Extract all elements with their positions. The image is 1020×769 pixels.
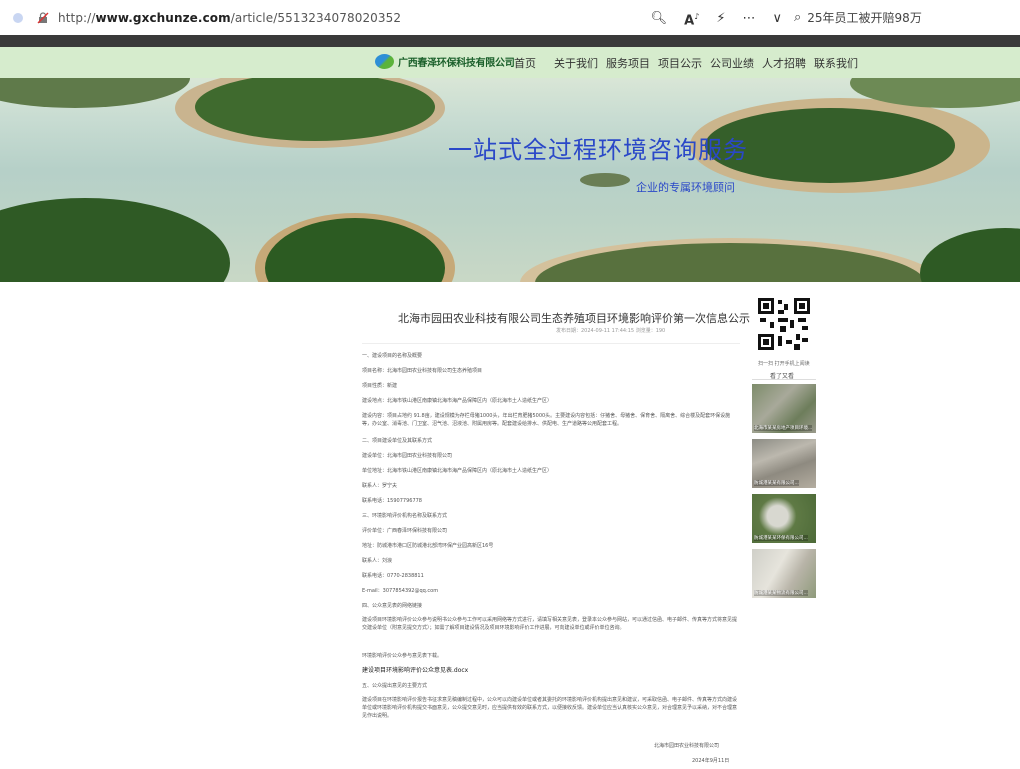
article-paragraph: 建设内容：项目占地约 91.8亩，建设规模为存栏母猪1000头，年出栏育肥猪50… xyxy=(362,413,731,427)
not-secure-icon[interactable] xyxy=(37,11,49,24)
article-paragraph: 单位地址：北海市铁山港区南康镇北海市海产品保障区内（原北海市土人造纸生产区） xyxy=(362,468,553,474)
related-item[interactable]: 防城港某某环保有限公司... xyxy=(752,494,816,543)
banner-island-image xyxy=(580,173,630,187)
article-paragraph: 联系电话：15907796778 xyxy=(362,498,422,504)
loading-icon xyxy=(13,12,23,23)
article-title: 北海市园田农业科技有限公司生态养殖项目环境影响评价第一次信息公示 xyxy=(398,312,750,325)
article-paragraph: 项目名称：北海市园田农业科技有限公司生态养殖项目 xyxy=(362,368,483,374)
article-meta: 发布日期：2024-09-11 17:44:15 浏览量：190 xyxy=(556,328,666,334)
chevron-down-icon[interactable]: ∨ xyxy=(772,11,782,27)
related-item[interactable]: 防城港某某物流有限公司... xyxy=(752,549,816,598)
nav-item-careers[interactable]: 人才招聘 xyxy=(762,55,806,71)
address-bar-actions: 🔍︎ A♪ ⚡︎ ⋯ ∨ xyxy=(651,9,782,29)
banner-island-image xyxy=(920,228,1020,282)
qr-code-icon xyxy=(756,296,812,352)
read-aloud-icon[interactable]: A♪ xyxy=(684,9,699,29)
article-paragraph: 建设项目在环境影响评价报告书征求意见稿编制过程中，公众可以向建设单位或者其委托的… xyxy=(362,697,738,719)
article-paragraph: 地址：防城港市港口区防城港北部湾环保产业园高新区16号 xyxy=(362,543,494,549)
logo-text: 广西春泽环保科技有限公司 xyxy=(398,58,515,69)
zoom-icon[interactable]: 🔍︎ xyxy=(651,11,668,27)
nav-item-contact[interactable]: 联系我们 xyxy=(814,55,858,71)
site-top-strip xyxy=(0,35,1020,47)
article-paragraph: 建设项目环境影响评价公众参与说明书公众参与工作可以采用网络等方式进行，请填写相关… xyxy=(362,617,738,631)
extension-bolt-icon[interactable]: ⚡︎ xyxy=(716,11,725,27)
nav-item-projects[interactable]: 项目公示 xyxy=(658,55,702,71)
article-paragraph: 建设地点：北海市铁山港区南康镇北海市海产品保障区内（原北海市土人造纸生产区） xyxy=(362,398,553,404)
article-paragraph: 建设单位：北海市园田农业科技有限公司 xyxy=(362,453,453,459)
article-heading: 二、项目建设单位及其联系方式 xyxy=(362,438,433,444)
signature-date: 2024年9月11日 xyxy=(692,758,730,764)
nav-item-achievements[interactable]: 公司业绩 xyxy=(710,55,754,71)
article-paragraph: 环境影响评价公众参与意见表下载。 xyxy=(362,653,443,659)
banner-title: 一站式全过程环境咨询服务 xyxy=(448,136,748,164)
search-box[interactable]: ⌕ 25年员工被开赔98万 xyxy=(788,0,1020,35)
related-item-caption: 防城港某某物流有限公司... xyxy=(754,590,808,596)
url-path: /article/5513234078020352 xyxy=(230,10,402,25)
article-paragraph: 联系人：刘浪 xyxy=(362,558,393,564)
attachment-link[interactable]: 建设项目环境影响评价公众意见表.docx xyxy=(362,667,738,675)
article-paragraph: 联系人：罗宁夫 xyxy=(362,483,398,489)
divider xyxy=(362,343,740,344)
nav-item-home[interactable]: 首页 xyxy=(514,55,536,71)
company-logo[interactable]: 广西春泽环保科技有限公司 xyxy=(375,54,515,69)
url-field[interactable]: http://www.gxchunze.com/article/55132340… xyxy=(58,11,401,25)
search-text: 25年员工被开赔98万 xyxy=(807,11,922,25)
site-nav: 广西春泽环保科技有限公司 首页 关于我们 服务项目 项目公示 公司业绩 人才招聘… xyxy=(0,47,1020,78)
qr-caption: 扫一扫 打开手机上阅读 xyxy=(758,361,810,367)
article-paragraph: E-mail：3077854392@qq.com xyxy=(362,588,439,594)
banner-island-image xyxy=(0,198,230,282)
browser-address-bar: http://www.gxchunze.com/article/55132340… xyxy=(0,0,1020,36)
article-heading: 四、公众意见表的网络链接 xyxy=(362,603,423,609)
more-icon[interactable]: ⋯ xyxy=(742,11,755,27)
search-icon: ⌕ xyxy=(794,10,802,25)
related-item-caption: 北海市某某房地产项目环境... xyxy=(754,425,813,431)
article-paragraph: 评价单位：广西春泽环保科技有限公司 xyxy=(362,528,448,534)
nav-item-services[interactable]: 服务项目 xyxy=(606,55,650,71)
article-heading: 五、公众提出意见的主要方式 xyxy=(362,683,428,689)
related-item[interactable]: 北海市某某房地产项目环境... xyxy=(752,384,816,433)
logo-mark-icon xyxy=(375,54,394,69)
main-menu: 首页 关于我们 服务项目 项目公示 公司业绩 人才招聘 联系我们 xyxy=(514,55,866,71)
related-item[interactable]: 防城港某某有限公司... xyxy=(752,439,816,488)
banner-island-image xyxy=(0,78,190,108)
article-paragraph: 项目性质：新建 xyxy=(362,383,398,389)
signature-company: 北海市园田农业科技有限公司 xyxy=(654,743,720,749)
article-heading: 三、环境影响评价机构名称及联系方式 xyxy=(362,513,448,519)
banner-subtitle: 企业的专属环境顾问 xyxy=(636,181,735,194)
url-prefix: http:// xyxy=(58,10,96,25)
article-heading: 一、建设项目的名称及概要 xyxy=(362,353,423,359)
related-item-caption: 防城港某某环保有限公司... xyxy=(754,535,808,541)
related-item-caption: 防城港某某有限公司... xyxy=(754,480,799,486)
divider xyxy=(752,379,816,380)
hero-banner: 一站式全过程环境咨询服务 企业的专属环境顾问 xyxy=(0,78,1020,282)
article-paragraph: 联系电话：0770-2838811 xyxy=(362,573,424,579)
url-host: www.gxchunze.com xyxy=(95,10,231,25)
nav-item-about[interactable]: 关于我们 xyxy=(554,55,598,71)
